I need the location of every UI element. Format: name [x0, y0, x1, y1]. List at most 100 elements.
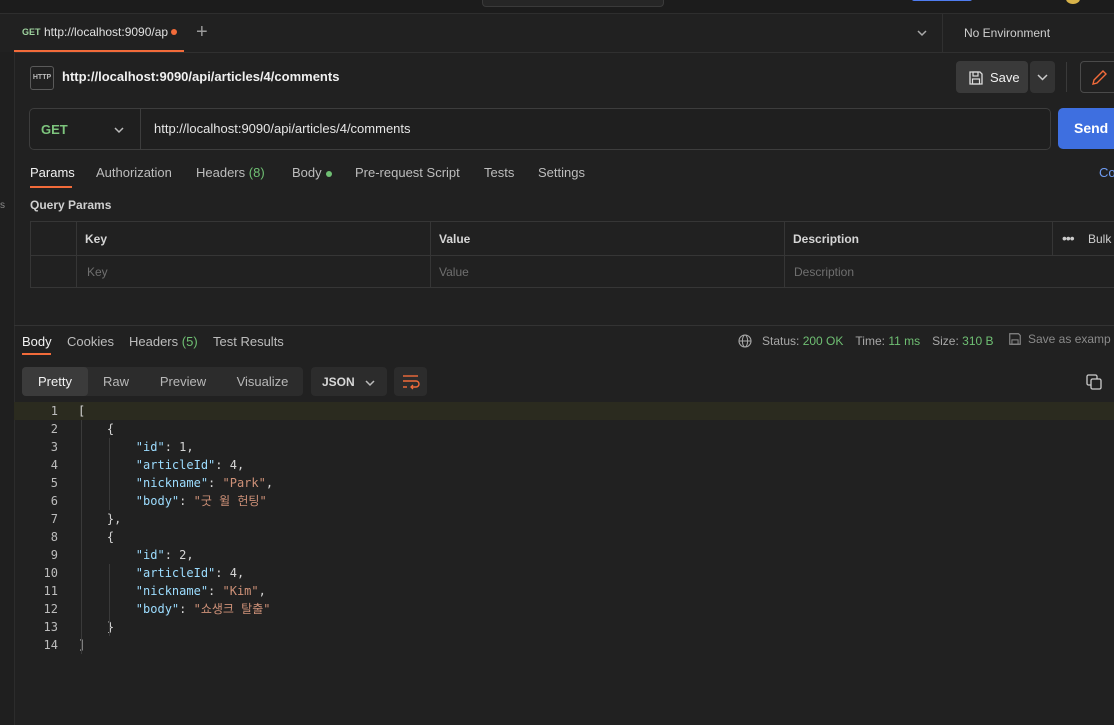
divider [1066, 62, 1067, 92]
time-value[interactable]: 11 ms [888, 334, 920, 348]
url-input[interactable]: http://localhost:9090/api/articles/4/com… [154, 121, 411, 136]
format-select[interactable]: JSON [311, 367, 387, 396]
code-text: "body": "굿 윌 헌팅" [135, 494, 267, 508]
code-line: 2 { [14, 420, 1114, 438]
code-text: "nickname": "Kim", [135, 584, 266, 598]
tab-params[interactable]: Params [30, 165, 75, 180]
size-label: Size: [932, 334, 959, 348]
edit-button[interactable] [1080, 61, 1114, 93]
tab-body[interactable]: Body [292, 165, 332, 180]
active-tab-indicator [22, 353, 51, 355]
value-header-label: Value [439, 232, 471, 246]
status-value[interactable]: 200 OK [803, 334, 844, 348]
bulk-edit-area: ••• Bulk [1052, 222, 1114, 255]
sidebar-edge-label: s [0, 200, 5, 211]
indent-guide [109, 438, 110, 510]
save-options-button[interactable] [1030, 61, 1055, 93]
line-number: 10 [43, 566, 58, 580]
method-select[interactable]: GET [30, 109, 141, 149]
save-as-example-button[interactable]: Save as examp [1008, 332, 1111, 346]
tab-tests[interactable]: Tests [484, 165, 514, 180]
code-text: "articleId": 4, [135, 458, 245, 472]
response-tab-headers[interactable]: Headers (5) [129, 334, 198, 349]
table-row: Key Value Description [31, 255, 1114, 288]
description-column-header: Description [784, 222, 1052, 255]
url-bar: GET http://localhost:9090/api/articles/4… [29, 108, 1051, 150]
save-button[interactable]: Save [956, 61, 1028, 93]
view-raw[interactable]: Raw [88, 367, 144, 396]
pencil-icon [1092, 70, 1107, 85]
code-text: "id": 1, [135, 440, 194, 454]
request-tab[interactable]: GET http://localhost:9090/ap [14, 14, 184, 52]
code-line: 9 "id": 2, [14, 546, 1114, 564]
unsaved-dot-icon [171, 29, 177, 35]
send-button[interactable]: Send [1058, 108, 1114, 149]
format-value: JSON [322, 375, 355, 389]
save-icon [969, 71, 983, 85]
avatar[interactable] [1066, 0, 1080, 4]
code-line: 1[ [14, 402, 1114, 420]
line-number: 12 [43, 602, 58, 616]
key-cell[interactable]: Key [76, 255, 430, 288]
line-number: 13 [43, 620, 58, 634]
query-params-table: Key Value Description ••• Bulk Key Value… [30, 221, 1114, 288]
response-tab-test-results[interactable]: Test Results [213, 334, 284, 349]
line-number: 3 [50, 440, 58, 454]
more-options-icon[interactable]: ••• [1062, 230, 1075, 246]
save-as-example-label: Save as examp [1028, 332, 1111, 346]
response-headers-label: Headers [129, 334, 179, 349]
response-divider [14, 325, 1114, 326]
global-search-input[interactable] [482, 0, 664, 7]
value-column-header: Value [430, 222, 784, 255]
chevron-down-icon [114, 127, 124, 134]
key-placeholder: Key [87, 265, 108, 279]
tab-title: http://localhost:9090/ap [44, 25, 168, 39]
line-number: 5 [50, 476, 58, 490]
chevron-down-icon [365, 380, 375, 387]
tab-pre-request-script[interactable]: Pre-request Script [355, 165, 460, 180]
wrap-lines-icon [403, 375, 420, 390]
method-value: GET [41, 122, 68, 137]
code-line: 3 "id": 1, [14, 438, 1114, 456]
response-tab-body[interactable]: Body [22, 334, 52, 349]
tab-headers[interactable]: Headers (8) [196, 165, 265, 180]
tabs-chevron-down-icon[interactable] [915, 26, 929, 40]
send-button-label: Send [1074, 120, 1109, 136]
line-number: 11 [43, 584, 58, 598]
code-line: 13 } [14, 618, 1114, 636]
line-number: 1 [50, 404, 58, 418]
code-line: 4 "articleId": 4, [14, 456, 1114, 474]
copy-icon [1086, 374, 1102, 390]
environment-selector[interactable]: No Environment [964, 26, 1050, 40]
globe-icon[interactable] [738, 334, 752, 348]
query-params-heading: Query Params [30, 198, 112, 212]
copy-response-button[interactable] [1084, 372, 1104, 392]
code-line: 12 "body": "쇼생크 탈출" [14, 600, 1114, 618]
tab-settings[interactable]: Settings [538, 165, 585, 180]
time-label: Time: [855, 334, 885, 348]
response-view-toggle: Pretty Raw Preview Visualize [22, 367, 303, 396]
tab-headers-count: (8) [248, 165, 265, 180]
size-value[interactable]: 310 B [962, 334, 993, 348]
wrap-lines-button[interactable] [394, 367, 427, 396]
code-line: 14] [14, 636, 1114, 654]
code-text: }, [106, 512, 122, 526]
request-title[interactable]: http://localhost:9090/api/articles/4/com… [62, 69, 339, 84]
line-number: 4 [50, 458, 58, 472]
value-cell[interactable]: Value [430, 255, 784, 288]
new-tab-plus-icon[interactable]: + [196, 22, 208, 42]
divider [942, 14, 943, 52]
line-number: 2 [50, 422, 58, 436]
bulk-edit-button[interactable]: Bulk [1088, 232, 1111, 246]
line-number: 8 [50, 530, 58, 544]
description-cell[interactable]: Description [784, 255, 1114, 288]
cookies-link[interactable]: Co [1099, 165, 1114, 180]
code-text: { [106, 530, 115, 544]
view-visualize[interactable]: Visualize [222, 367, 303, 396]
view-pretty[interactable]: Pretty [22, 367, 88, 396]
code-line: 6 "body": "굿 윌 헌팅" [14, 492, 1114, 510]
tab-authorization[interactable]: Authorization [96, 165, 172, 180]
response-tab-cookies[interactable]: Cookies [67, 334, 114, 349]
view-preview[interactable]: Preview [144, 367, 222, 396]
upgrade-button[interactable] [912, 0, 972, 1]
